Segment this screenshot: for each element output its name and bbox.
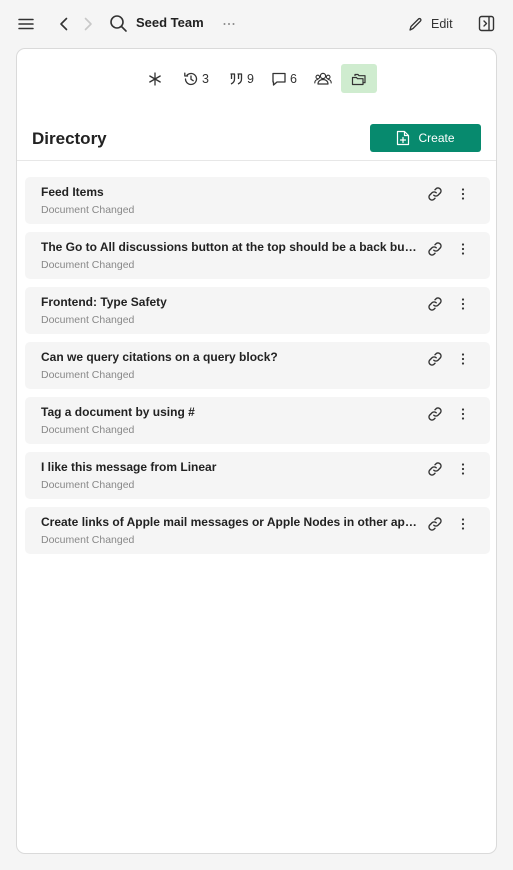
list-item[interactable]: Tag a document by using # Document Chang… bbox=[25, 397, 490, 444]
item-subtitle: Document Changed bbox=[41, 479, 135, 491]
tab-citations-count: 9 bbox=[247, 71, 254, 86]
more-vertical-icon[interactable] bbox=[455, 406, 471, 422]
list-item[interactable]: Can we query citations on a query block?… bbox=[25, 342, 490, 389]
pencil-icon bbox=[409, 17, 422, 31]
tab-bar: 3 9 6 bbox=[17, 64, 496, 94]
directory-list: Feed Items Document Changed The Go to Al… bbox=[25, 177, 490, 562]
list-item[interactable]: Create links of Apple mail messages or A… bbox=[25, 507, 490, 554]
more-vertical-icon[interactable] bbox=[455, 461, 471, 477]
back-icon[interactable] bbox=[57, 15, 71, 33]
tab-comments-count: 6 bbox=[290, 71, 297, 86]
item-subtitle: Document Changed bbox=[41, 534, 135, 546]
divider bbox=[17, 160, 496, 161]
item-title: Tag a document by using # bbox=[41, 405, 195, 419]
edit-label: Edit bbox=[431, 17, 453, 31]
more-vertical-icon[interactable] bbox=[455, 186, 471, 202]
item-title: Frontend: Type Safety bbox=[41, 295, 167, 309]
tab-activity[interactable] bbox=[145, 64, 165, 93]
list-item[interactable]: Feed Items Document Changed bbox=[25, 177, 490, 224]
edit-button[interactable]: Edit bbox=[408, 12, 453, 36]
more-options-icon[interactable] bbox=[222, 15, 236, 33]
history-icon bbox=[184, 72, 198, 85]
tab-directory[interactable] bbox=[341, 64, 377, 93]
more-vertical-icon[interactable] bbox=[455, 516, 471, 532]
tab-versions[interactable]: 3 bbox=[181, 64, 211, 93]
more-vertical-icon[interactable] bbox=[455, 296, 471, 312]
list-item[interactable]: Frontend: Type Safety Document Changed bbox=[25, 287, 490, 334]
item-title: I like this message from Linear bbox=[41, 460, 217, 474]
link-icon[interactable] bbox=[427, 461, 443, 477]
list-item[interactable]: The Go to All discussions button at the … bbox=[25, 232, 490, 279]
item-subtitle: Document Changed bbox=[41, 259, 135, 271]
tab-citations[interactable]: 9 bbox=[226, 64, 256, 93]
sidebar-toggle-icon[interactable] bbox=[478, 15, 495, 32]
more-vertical-icon[interactable] bbox=[455, 351, 471, 367]
item-subtitle: Document Changed bbox=[41, 314, 135, 326]
item-subtitle: Document Changed bbox=[41, 424, 135, 436]
create-button[interactable]: Create bbox=[370, 124, 481, 152]
users-icon bbox=[314, 72, 332, 85]
list-item[interactable]: I like this message from Linear Document… bbox=[25, 452, 490, 499]
link-icon[interactable] bbox=[427, 516, 443, 532]
create-label: Create bbox=[418, 131, 455, 145]
quote-icon bbox=[230, 72, 243, 85]
item-subtitle: Document Changed bbox=[41, 369, 135, 381]
folders-icon bbox=[351, 73, 366, 85]
link-icon[interactable] bbox=[427, 241, 443, 257]
more-vertical-icon[interactable] bbox=[455, 241, 471, 257]
asterisk-icon bbox=[149, 71, 161, 86]
link-icon[interactable] bbox=[427, 186, 443, 202]
page-title: Seed Team bbox=[136, 15, 204, 30]
link-icon[interactable] bbox=[427, 296, 443, 312]
search-icon[interactable] bbox=[109, 14, 128, 33]
item-subtitle: Document Changed bbox=[41, 204, 135, 216]
top-bar: Seed Team Edit bbox=[0, 0, 513, 48]
item-title: Create links of Apple mail messages or A… bbox=[41, 515, 417, 529]
content-panel: 3 9 6 Directory Create Feed Items Docume… bbox=[16, 48, 497, 854]
tab-versions-count: 3 bbox=[202, 71, 209, 86]
item-title: Can we query citations on a query block? bbox=[41, 350, 278, 364]
forward-icon[interactable] bbox=[81, 15, 95, 33]
tab-collaborators[interactable] bbox=[313, 64, 333, 93]
new-document-icon bbox=[397, 130, 410, 146]
item-title: The Go to All discussions button at the … bbox=[41, 240, 417, 254]
directory-title: Directory bbox=[32, 129, 107, 148]
item-title: Feed Items bbox=[41, 185, 104, 199]
tab-comments[interactable]: 6 bbox=[270, 64, 298, 93]
menu-icon[interactable] bbox=[17, 15, 35, 33]
link-icon[interactable] bbox=[427, 351, 443, 367]
comment-icon bbox=[272, 72, 286, 86]
link-icon[interactable] bbox=[427, 406, 443, 422]
